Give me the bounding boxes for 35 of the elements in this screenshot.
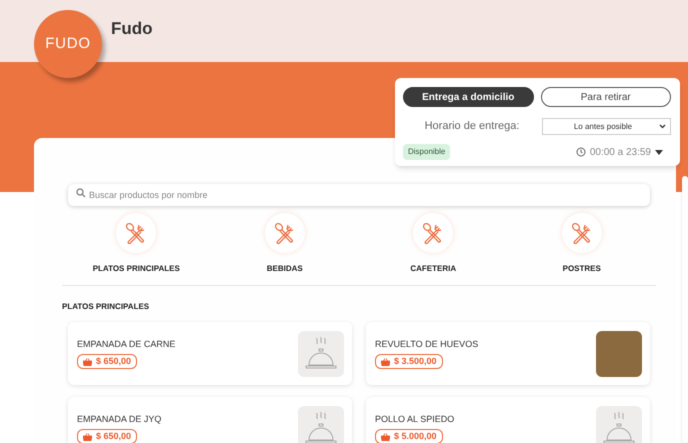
basket-icon <box>83 358 92 366</box>
caret-icon[interactable] <box>655 150 663 154</box>
photo-placeholder <box>596 330 642 376</box>
category-label[interactable]: CAFETERIA <box>410 263 456 275</box>
basket-icon <box>381 432 390 441</box>
cutlery-icon <box>570 222 593 244</box>
schedule-label: Horario de entrega: <box>424 119 520 134</box>
cloche-icon <box>305 336 337 370</box>
delivery-mode-tab[interactable]: Para retirar <box>540 87 671 107</box>
chevron-icon <box>659 124 666 129</box>
cloche-icon <box>603 412 635 443</box>
category-label[interactable]: PLATOS PRINCIPALES <box>92 263 180 275</box>
product-card[interactable]: EMPANADA DE CARNE $ 650,00 <box>68 322 352 385</box>
search-icon <box>76 188 86 198</box>
clock-icon <box>576 147 586 157</box>
delivery-mode-tab[interactable]: Entrega a domicilio <box>403 87 534 107</box>
product-card[interactable]: EMPANADA DE JYQ $ 650,00 <box>68 397 352 443</box>
section-title: PLATOS PRINCIPALES <box>62 301 150 313</box>
schedule-dropdown[interactable]: Lo antes posible <box>542 118 671 135</box>
product-card[interactable]: POLLO AL SPIEDO $ 5.000,00 <box>366 397 650 443</box>
product-card[interactable]: REVUELTO DE HUEVOS $ 3.500,00 <box>366 322 650 385</box>
cloche-icon <box>305 412 337 443</box>
status-badge: Disponible <box>403 144 450 160</box>
basket-icon <box>381 358 390 366</box>
basket-icon <box>83 432 92 441</box>
category-label[interactable]: BEBIDAS <box>266 263 303 275</box>
product-name: POLLO AL SPIEDO <box>375 412 454 426</box>
cutlery-icon <box>274 222 296 244</box>
search-field[interactable]: Buscar productos por nombre <box>68 184 650 206</box>
hours-text: 00:00 a 23:59 <box>590 146 651 160</box>
product-name: EMPANADA DE JYQ <box>77 412 162 426</box>
product-name: REVUELTO DE HUEVOS <box>375 338 478 351</box>
category-label[interactable]: POSTRES <box>562 263 601 275</box>
store-name: Fudo <box>111 18 153 40</box>
product-name: EMPANADA DE CARNE <box>77 338 176 351</box>
